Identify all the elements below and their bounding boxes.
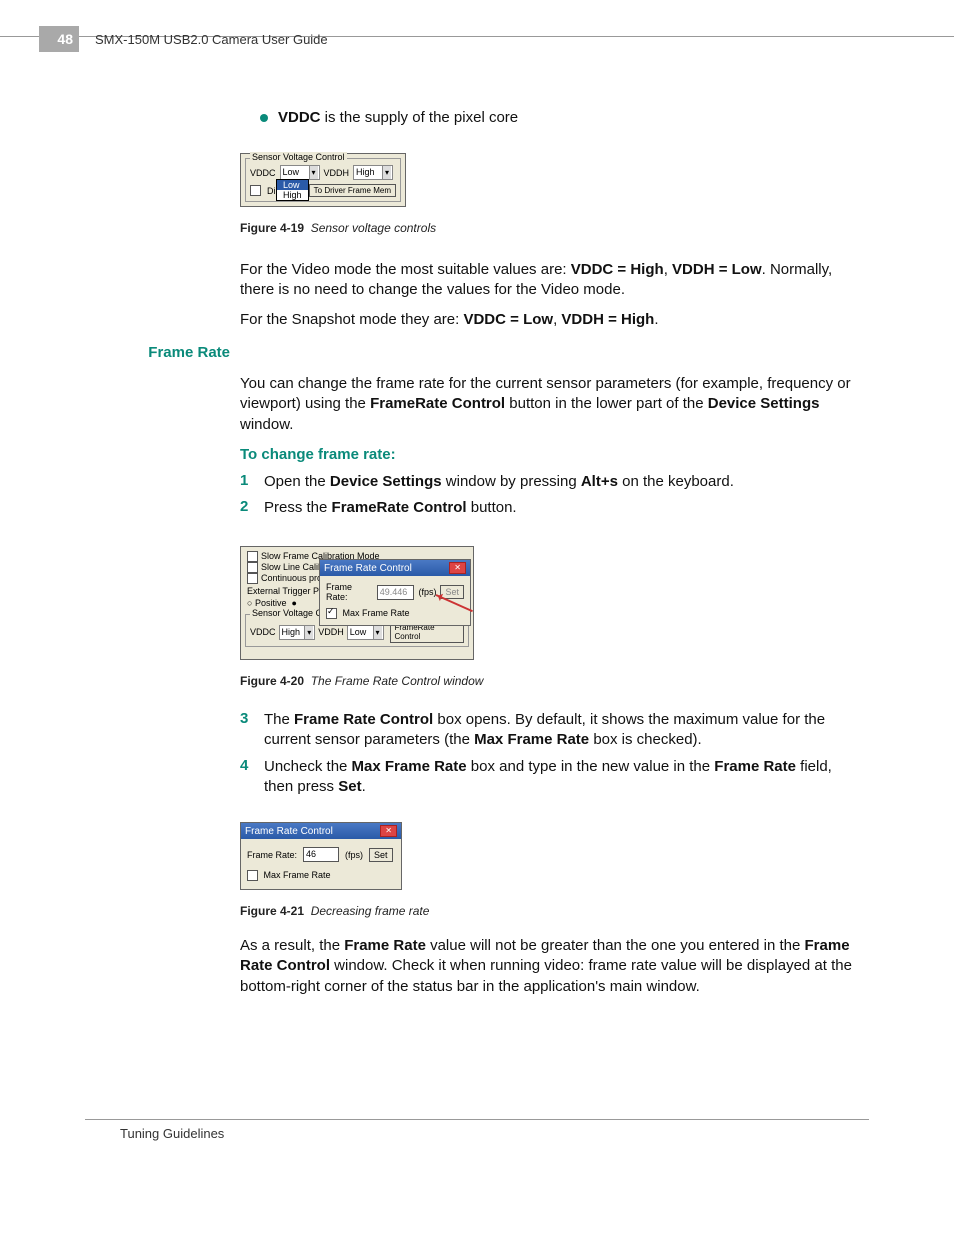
subheading-change-frame-rate: To change frame rate: (240, 446, 864, 463)
para-result: As a result, the Frame Rate value will n… (240, 936, 864, 997)
fig21-fr-label: Frame Rate: (247, 850, 297, 860)
step-number-1: 1 (240, 472, 254, 492)
fig20-vddc-dropdown[interactable]: High (279, 625, 316, 640)
fig19-dropdown-list[interactable]: Low High (276, 179, 309, 201)
fig21-caption: Figure 4-21 Decreasing frame rate (240, 904, 864, 918)
fig20-fr-label: Frame Rate: (326, 582, 373, 602)
step-1: Open the Device Settings window by press… (264, 472, 734, 492)
fig20-positive-radio[interactable]: Positive (255, 598, 287, 608)
fig21-fr-input[interactable]: 46 (303, 847, 339, 862)
para-frame-rate-intro: You can change the frame rate for the cu… (240, 374, 864, 435)
page-number: 48 (39, 26, 79, 52)
fig19-direct-checkbox[interactable] (250, 185, 261, 196)
fig20-continuous-checkbox[interactable] (247, 573, 258, 584)
fig19-vddh-dropdown[interactable]: High (353, 165, 393, 180)
doc-title: SMX-150M USB2.0 Camera User Guide (95, 32, 328, 47)
fig21-max-label: Max Frame Rate (264, 870, 331, 880)
bullet-item: VDDC is the supply of the pixel core (240, 108, 864, 128)
step-number-4: 4 (240, 757, 254, 798)
fig19-caption: Figure 4-19 Sensor voltage controls (240, 221, 864, 235)
fig20-continuous-label: Continuous pro (261, 573, 322, 583)
bullet-icon (260, 114, 268, 122)
bullet-text: is the supply of the pixel core (321, 109, 519, 126)
fig20-vddc-label: VDDC (250, 627, 276, 637)
fig19-dd-opt-high[interactable]: High (277, 190, 308, 200)
fig19-group-title: Sensor Voltage Control (250, 152, 347, 162)
fig19-todriver-button[interactable]: To Driver Frame Mem (309, 184, 396, 197)
fig19-vddc-label: VDDC (250, 168, 276, 178)
fig21-set-button[interactable]: Set (369, 848, 393, 862)
footer-text: Tuning Guidelines (120, 1126, 224, 1141)
step-number-3: 3 (240, 710, 254, 751)
close-icon[interactable]: ✕ (449, 562, 466, 574)
fig20-vddh-label: VDDH (318, 627, 344, 637)
fig20-caption: Figure 4-20 The Frame Rate Control windo… (240, 674, 864, 688)
para-video-mode: For the Video mode the most suitable val… (240, 260, 864, 301)
fig21-max-checkbox[interactable] (247, 870, 258, 881)
fig20-slowframe-checkbox[interactable] (247, 551, 258, 562)
fig19-vddh-label: VDDH (324, 168, 350, 178)
close-icon[interactable]: ✕ (380, 825, 397, 837)
fig21-dialog: Frame Rate Control ✕ Frame Rate: 46 (fps… (240, 822, 402, 890)
side-heading-frame-rate: Frame Rate (85, 344, 230, 361)
step-3: The Frame Rate Control box opens. By def… (264, 710, 864, 751)
fig20-slowline-label: Slow Line Calib (261, 562, 323, 572)
fig20-vddh-dropdown[interactable]: Low (347, 625, 384, 640)
fig20-dialog-title: Frame Rate Control (324, 563, 412, 574)
fig20-dialog: Frame Rate Control ✕ Frame Rate: 49.446 … (319, 559, 471, 626)
fig20-fr-input[interactable]: 49.446 (377, 585, 415, 600)
step-2: Press the FrameRate Control button. (264, 498, 517, 518)
fig19-dd-opt-low[interactable]: Low (277, 180, 308, 190)
fig20-max-checkbox[interactable] (326, 608, 337, 619)
fig21-fr-unit: (fps) (345, 850, 363, 860)
footer: Tuning Guidelines (85, 1119, 869, 1141)
bullet-term: VDDC (278, 109, 321, 126)
fig20-screenshot: Slow Frame Calibration Mode Slow Line Ca… (240, 546, 474, 660)
step-4: Uncheck the Max Frame Rate box and type … (264, 757, 864, 798)
fig20-slowline-checkbox[interactable] (247, 562, 258, 573)
fig21-dialog-title: Frame Rate Control (245, 826, 333, 837)
fig19-vddc-dropdown[interactable]: Low (280, 165, 320, 180)
fig20-max-label: Max Frame Rate (343, 608, 410, 618)
fig19-screenshot: Sensor Voltage Control VDDC Low VDDH Hig… (240, 153, 406, 207)
step-number-2: 2 (240, 498, 254, 518)
para-snapshot-mode: For the Snapshot mode they are: VDDC = L… (240, 310, 864, 330)
